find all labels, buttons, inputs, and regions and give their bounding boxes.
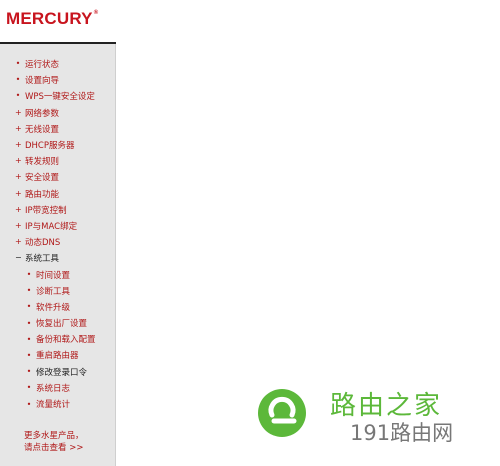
submenu-item-label: 软件升级 [36,302,71,313]
bullet-icon: • [26,334,32,344]
menu-item-bandwidth[interactable]: + IP带宽控制 [0,202,116,218]
submenu-item-firmware[interactable]: • 软件升级 [0,299,116,315]
menu-item-label: IP带宽控制 [25,205,67,216]
menu-item-security[interactable]: + 安全设置 [0,169,116,185]
menu-item-network[interactable]: + 网络参数 [0,105,116,121]
expand-plus-icon: + [15,107,22,117]
watermark: 路由之家 191路由网 [254,381,500,466]
submenu-item-label: 系统日志 [36,383,71,394]
bullet-icon: • [26,302,32,312]
submenu-item-system-log[interactable]: • 系统日志 [0,380,116,396]
submenu-item-traffic-stats[interactable]: • 流量统计 [0,396,116,412]
expand-plus-icon: + [15,220,22,230]
bullet-icon: • [26,399,32,409]
bullet-icon: • [15,91,21,101]
bullet-icon: • [15,75,21,85]
expand-plus-icon: + [15,188,22,198]
expand-plus-icon: + [15,172,22,182]
logo-area: MERCURY® [0,0,116,44]
menu-item-running-status[interactable]: • 运行状态 [0,56,116,72]
submenu-item-diagnostics[interactable]: • 诊断工具 [0,283,116,299]
sidebar: MERCURY® • 运行状态 • 设置向导 • WPS一键安全设定 + 网络参数 + 无… [0,0,116,466]
submenu-item-label: 流量统计 [36,400,71,411]
bullet-icon: • [26,318,32,328]
nav-menu: • 运行状态 • 设置向导 • WPS一键安全设定 + 网络参数 + 无线设置 + DHCP… [0,56,116,412]
collapse-minus-icon: − [15,253,22,263]
submenu-item-label: 备份和载入配置 [36,335,96,346]
menu-item-label: 安全设置 [25,173,60,184]
logo-text: MERCURY [6,9,93,28]
menu-item-dhcp[interactable]: + DHCP服务器 [0,137,116,153]
submenu-item-factory-reset[interactable]: • 恢复出厂设置 [0,315,116,331]
menu-item-label: 运行状态 [25,60,60,71]
submenu-item-backup-restore[interactable]: • 备份和载入配置 [0,331,116,347]
submenu-item-time[interactable]: • 时间设置 [0,266,116,282]
menu-item-label: 转发规则 [25,157,60,168]
more-products-line2[interactable]: 请点击查看 >> [24,442,84,454]
expand-plus-icon: + [15,140,22,150]
submenu-item-label: 修改登录口令 [36,367,88,378]
expand-plus-icon: + [15,237,22,247]
expand-plus-icon: + [15,156,22,166]
menu-item-label: 无线设置 [25,124,60,135]
more-products-link[interactable]: 更多水星产品， 请点击查看 >> [24,430,84,454]
menu-item-ip-mac-binding[interactable]: + IP与MAC绑定 [0,218,116,234]
menu-item-label: 路由功能 [25,189,60,200]
menu-item-label: 设置向导 [25,76,60,87]
bullet-icon: • [26,383,32,393]
menu-item-label: 网络参数 [25,108,60,119]
bullet-icon: • [26,270,32,280]
menu-item-label: IP与MAC绑定 [25,221,78,232]
menu-item-label: DHCP服务器 [25,141,75,152]
menu-item-label: 系统工具 [25,254,60,265]
menu-item-ddns[interactable]: + 动态DNS [0,234,116,250]
menu-item-forwarding[interactable]: + 转发规则 [0,153,116,169]
watermark-logo-icon [258,389,306,437]
bullet-icon: • [26,350,32,360]
bullet-icon: • [26,286,32,296]
submenu-item-label: 重启路由器 [36,351,79,362]
menu-item-setup-wizard[interactable]: • 设置向导 [0,72,116,88]
submenu-item-label: 时间设置 [36,270,71,281]
watermark-subtitle: 191路由网 [350,421,454,445]
submenu-item-label: 诊断工具 [36,286,71,297]
menu-item-wps[interactable]: • WPS一键安全设定 [0,88,116,104]
expand-plus-icon: + [15,204,22,214]
menu-item-label: WPS一键安全设定 [25,92,95,103]
bullet-icon: • [15,59,21,69]
registered-mark: ® [93,10,99,16]
submenu-item-label: 恢复出厂设置 [36,319,88,330]
bullet-icon: • [26,367,32,377]
menu-item-system-tools[interactable]: − 系统工具 [0,250,116,266]
menu-item-routing[interactable]: + 路由功能 [0,186,116,202]
more-products-line1[interactable]: 更多水星产品， [24,430,84,442]
submenu-item-reboot[interactable]: • 重启路由器 [0,347,116,363]
mercury-logo[interactable]: MERCURY® [6,9,98,29]
expand-plus-icon: + [15,123,22,133]
menu-item-label: 动态DNS [25,238,61,249]
submenu-item-change-password[interactable]: • 修改登录口令 [0,364,116,380]
menu-item-wireless[interactable]: + 无线设置 [0,121,116,137]
